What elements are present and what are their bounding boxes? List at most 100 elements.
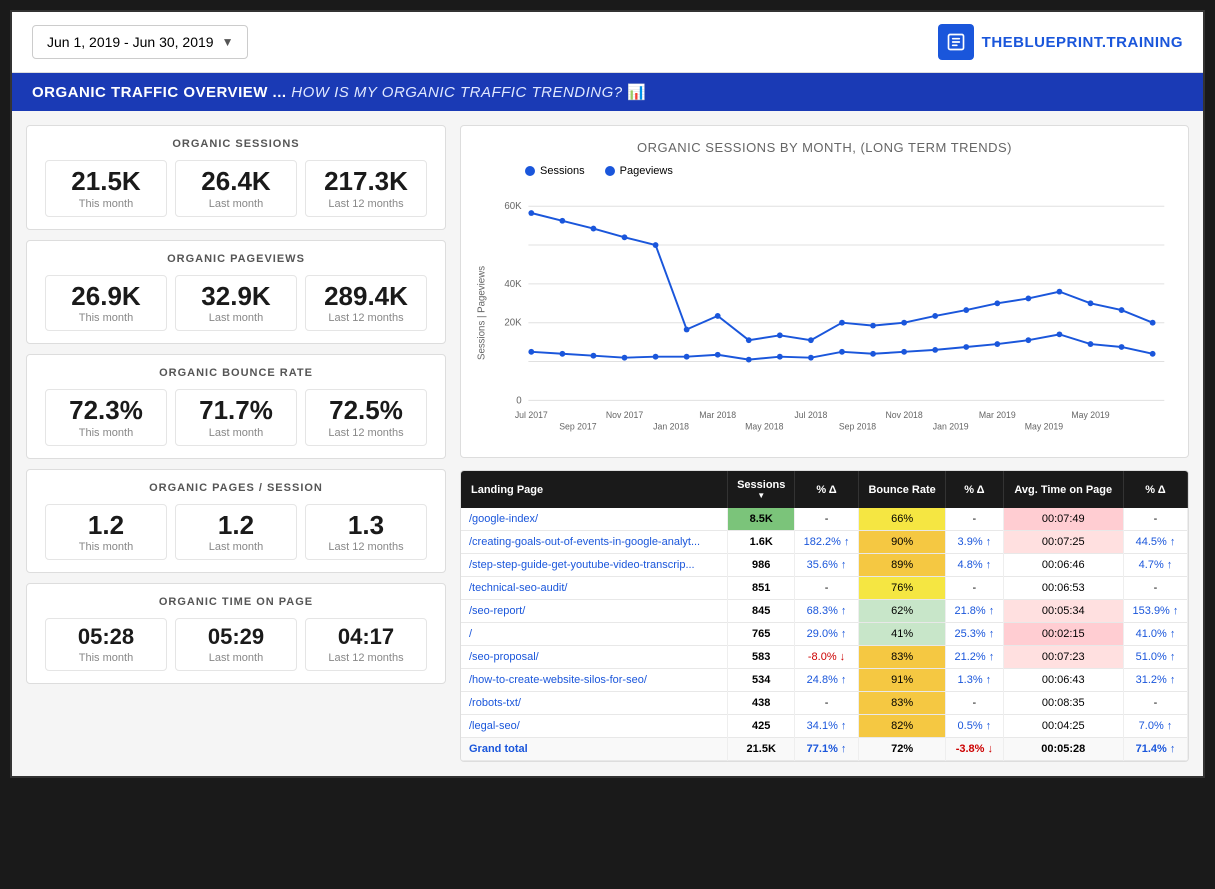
pageviews-legend: Pageviews [605,165,673,177]
organic-time-values: 05:28 This month 05:29 Last month 04:17 … [41,618,431,670]
cell-bounce: 83% [859,646,946,669]
cell-bounce-pct: - [946,508,1003,531]
cell-time-pct: 71.4% ↑ [1123,738,1187,761]
cell-page: /robots-txt/ [461,692,728,715]
col-avg-time: Avg. Time on Page [1003,471,1123,508]
banner-text: ORGANIC TRAFFIC OVERVIEW ... HOW IS MY O… [32,83,1183,101]
organic-bounce-values: 72.3% This month 71.7% Last month 72.5% … [41,389,431,446]
organic-sessions-values: 21.5K This month 26.4K Last month 217.3K… [41,160,431,217]
bounce-last-month: 71.7% Last month [175,389,297,446]
cell-bounce: 89% [859,554,946,577]
svg-text:40K: 40K [504,279,522,290]
main-container: Jun 1, 2019 - Jun 30, 2019 ▼ THEBLUEPRIN… [10,10,1205,778]
cell-bounce: 76% [859,577,946,600]
cell-sessions-pct: - [795,692,859,715]
cell-sessions-pct: 24.8% ↑ [795,669,859,692]
cell-time: 00:05:34 [1003,600,1123,623]
cell-bounce-pct: 4.8% ↑ [946,554,1003,577]
table-row: /google-index/ 8.5K - 66% - 00:07:49 - [461,508,1188,531]
sessions-last-12: 217.3K Last 12 months [305,160,427,217]
cell-sessions-pct: - [795,577,859,600]
bounce-last-12: 72.5% Last 12 months [305,389,427,446]
cell-page: Grand total [461,738,728,761]
chart-svg: 60K 40K 20K 0 Sessions | Pageviews [475,183,1174,443]
header: Jun 1, 2019 - Jun 30, 2019 ▼ THEBLUEPRIN… [12,12,1203,73]
col-landing-page: Landing Page [461,471,728,508]
pages-last-month: 1.2 Last month [175,504,297,561]
svg-text:May 2019: May 2019 [1071,410,1109,420]
cell-sessions-pct: 77.1% ↑ [795,738,859,761]
cell-bounce-pct: - [946,577,1003,600]
pageviews-last-12: 289.4K Last 12 months [305,275,427,332]
cell-sessions: 851 [728,577,795,600]
cell-time: 00:06:53 [1003,577,1123,600]
col-sessions[interactable]: Sessions ▼ [728,471,795,508]
cell-time: 00:06:46 [1003,554,1123,577]
col-time-pct: % Δ [1123,471,1187,508]
cell-sessions: 765 [728,623,795,646]
cell-bounce: 90% [859,531,946,554]
cell-sessions-pct: - [795,508,859,531]
cell-sessions: 986 [728,554,795,577]
col-bounce-rate: Bounce Rate [859,471,946,508]
cell-time: 00:07:25 [1003,531,1123,554]
cell-time-pct: - [1123,577,1187,600]
svg-text:Mar 2019: Mar 2019 [979,410,1016,420]
dropdown-arrow-icon: ▼ [222,35,234,49]
cell-page: /creating-goals-out-of-events-in-google-… [461,531,728,554]
banner: ORGANIC TRAFFIC OVERVIEW ... HOW IS MY O… [12,73,1203,111]
cell-time: 00:04:25 [1003,715,1123,738]
table-row: /how-to-create-website-silos-for-seo/ 53… [461,669,1188,692]
svg-text:Jan 2018: Jan 2018 [653,422,689,432]
cell-sessions-pct: 68.3% ↑ [795,600,859,623]
svg-text:0: 0 [516,395,522,406]
cell-sessions-pct: 34.1% ↑ [795,715,859,738]
pageviews-this-month: 26.9K This month [45,275,167,332]
table-row: Grand total 21.5K 77.1% ↑ 72% -3.8% ↓ 00… [461,738,1188,761]
table-row: /robots-txt/ 438 - 83% - 00:08:35 - [461,692,1188,715]
cell-sessions: 438 [728,692,795,715]
cell-time: 00:06:43 [1003,669,1123,692]
table-row: /legal-seo/ 425 34.1% ↑ 82% 0.5% ↑ 00:04… [461,715,1188,738]
cell-bounce-pct: 0.5% ↑ [946,715,1003,738]
cell-time-pct: 7.0% ↑ [1123,715,1187,738]
cell-bounce-pct: 25.3% ↑ [946,623,1003,646]
cell-bounce-pct: - [946,692,1003,715]
cell-time-pct: 41.0% ↑ [1123,623,1187,646]
cell-bounce-pct: 21.2% ↑ [946,646,1003,669]
organic-pageviews-values: 26.9K This month 32.9K Last month 289.4K… [41,275,431,332]
svg-text:Mar 2018: Mar 2018 [699,410,736,420]
cell-time-pct: - [1123,508,1187,531]
cell-sessions: 583 [728,646,795,669]
organic-time-card: ORGANIC TIME ON PAGE 05:28 This month 05… [26,583,446,683]
cell-sessions-pct: 29.0% ↑ [795,623,859,646]
cell-page: /how-to-create-website-silos-for-seo/ [461,669,728,692]
logo: THEBLUEPRINT.TRAINING [938,24,1183,60]
bounce-this-month: 72.3% This month [45,389,167,446]
organic-pages-card: ORGANIC PAGES / SESSION 1.2 This month 1… [26,469,446,574]
cell-sessions: 1.6K [728,531,795,554]
cell-sessions: 534 [728,669,795,692]
cell-time: 00:05:28 [1003,738,1123,761]
logo-icon [938,24,974,60]
pages-last-12: 1.3 Last 12 months [305,504,427,561]
main-content: ORGANIC SESSIONS 21.5K This month 26.4K … [12,111,1203,776]
cell-bounce-pct: 21.8% ↑ [946,600,1003,623]
date-picker[interactable]: Jun 1, 2019 - Jun 30, 2019 ▼ [32,25,248,59]
cell-bounce: 82% [859,715,946,738]
chart-card: ORGANIC SESSIONS BY MONTH, (LONG TERM TR… [460,125,1189,458]
svg-text:Sessions | Pageviews: Sessions | Pageviews [477,266,488,360]
svg-text:Jan 2019: Jan 2019 [933,422,969,432]
svg-text:Sep 2018: Sep 2018 [839,422,876,432]
cell-time-pct: 4.7% ↑ [1123,554,1187,577]
cell-sessions-pct: -8.0% ↓ [795,646,859,669]
sessions-this-month: 21.5K This month [45,160,167,217]
svg-text:May 2019: May 2019 [1025,422,1063,432]
svg-text:Jul 2018: Jul 2018 [794,410,827,420]
cell-bounce: 41% [859,623,946,646]
organic-sessions-card: ORGANIC SESSIONS 21.5K This month 26.4K … [26,125,446,230]
pageviews-last-month: 32.9K Last month [175,275,297,332]
time-this-month: 05:28 This month [45,618,167,670]
landing-pages-table: Landing Page Sessions ▼ % Δ Bounce Rate … [461,471,1188,761]
table-card: Landing Page Sessions ▼ % Δ Bounce Rate … [460,470,1189,762]
